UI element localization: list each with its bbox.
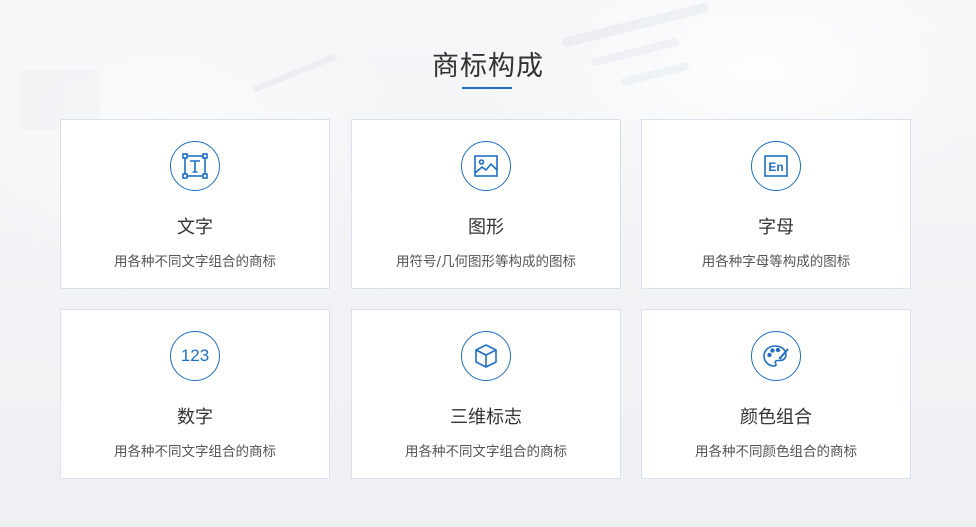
card-color[interactable]: 颜色组合 用各种不同颜色组合的商标 bbox=[641, 309, 911, 479]
card-description: 用各种不同颜色组合的商标 bbox=[695, 444, 857, 460]
section-title: 商标构成 bbox=[432, 51, 544, 82]
card-title: 数字 bbox=[177, 407, 213, 428]
title-underline bbox=[462, 87, 512, 89]
card-description: 用各种不同文字组合的商标 bbox=[114, 254, 276, 270]
letters-icon: En bbox=[751, 141, 801, 191]
card-text[interactable]: 文字 用各种不同文字组合的商标 bbox=[60, 119, 330, 289]
text-icon bbox=[170, 141, 220, 191]
image-icon bbox=[461, 141, 511, 191]
card-title: 图形 bbox=[468, 217, 504, 238]
background-decoration bbox=[561, 2, 709, 48]
card-title: 三维标志 bbox=[450, 407, 522, 428]
letters-glyph: En bbox=[768, 160, 783, 174]
cube-icon bbox=[461, 331, 511, 381]
palette-icon bbox=[751, 331, 801, 381]
card-title: 文字 bbox=[177, 217, 213, 238]
numbers-glyph: 123 bbox=[180, 346, 210, 365]
card-description: 用各种不同文字组合的商标 bbox=[405, 444, 567, 460]
card-description: 用符号/几何图形等构成的图标 bbox=[395, 254, 577, 270]
card-description: 用各种不同文字组合的商标 bbox=[114, 444, 276, 460]
numbers-icon: 123 bbox=[170, 331, 220, 381]
card-letters[interactable]: En 字母 用各种字母等构成的图标 bbox=[641, 119, 911, 289]
card-description: 用各种字母等构成的图标 bbox=[701, 254, 851, 270]
card-graphic[interactable]: 图形 用符号/几何图形等构成的图标 bbox=[351, 119, 621, 289]
card-title: 颜色组合 bbox=[740, 407, 812, 428]
card-3d[interactable]: 三维标志 用各种不同文字组合的商标 bbox=[351, 309, 621, 479]
card-title: 字母 bbox=[758, 217, 794, 238]
card-numbers[interactable]: 123 数字 用各种不同文字组合的商标 bbox=[60, 309, 330, 479]
